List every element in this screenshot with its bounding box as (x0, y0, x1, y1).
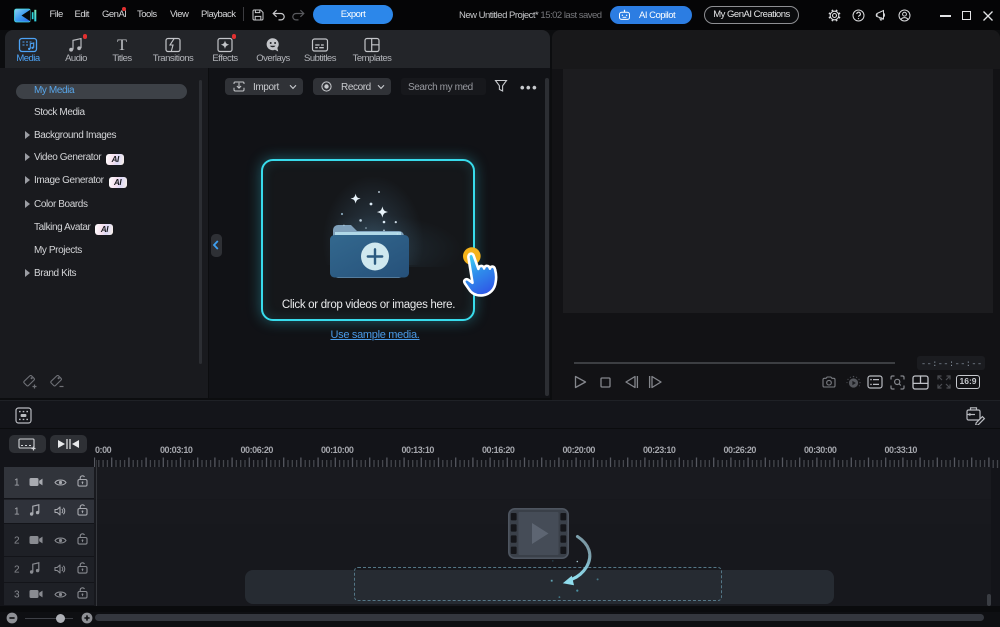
svg-text:T: T (117, 37, 127, 53)
